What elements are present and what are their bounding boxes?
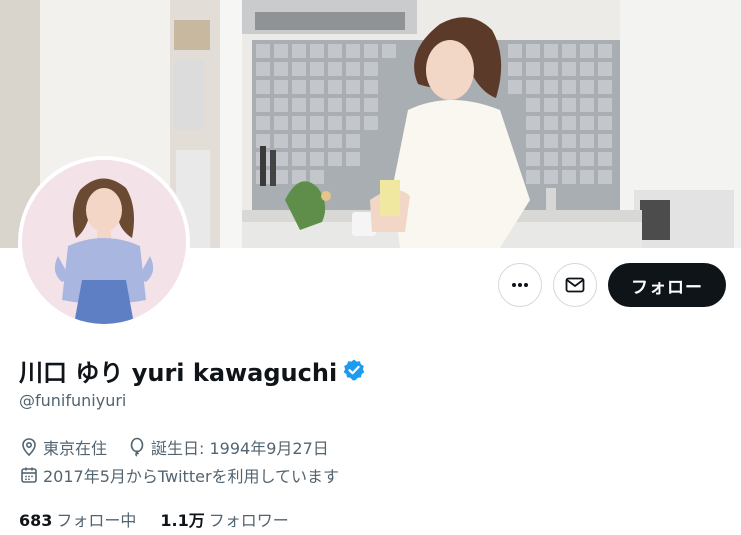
following-link[interactable]: 683 フォロー中 <box>19 507 136 531</box>
balloon-icon <box>130 437 144 457</box>
display-name-row: 川口 ゆり yuri kawaguchi <box>19 353 366 387</box>
display-name: 川口 ゆり yuri kawaguchi <box>19 358 338 387</box>
follow-stats: 683 フォロー中 1.1万 フォロワー <box>19 507 289 531</box>
followers-count: 1.1万 <box>160 511 205 530</box>
more-button[interactable] <box>498 263 542 307</box>
profile-avatar[interactable] <box>18 156 190 328</box>
profile-meta-row: 東京在住 誕生日: 1994年9月27日 <box>19 435 329 459</box>
following-count: 683 <box>19 511 53 530</box>
joined-row: 2017年5月からTwitterを利用しています <box>19 463 339 487</box>
avatar-photo <box>22 160 186 324</box>
message-button[interactable] <box>553 263 597 307</box>
follow-button[interactable]: フォロー <box>608 263 726 307</box>
mail-icon <box>565 277 585 293</box>
calendar-icon <box>21 467 37 483</box>
user-handle: @funifuniyuri <box>19 391 127 410</box>
birthday-text: 誕生日: 1994年9月27日 <box>151 439 329 458</box>
joined-text: 2017年5月からTwitterを利用しています <box>43 467 340 486</box>
following-label: フォロー中 <box>56 511 137 530</box>
location-pin-icon <box>22 438 36 457</box>
location-text: 東京在住 <box>43 439 108 458</box>
followers-label: フォロワー <box>208 511 289 530</box>
more-icon <box>512 283 528 287</box>
verified-badge-icon[interactable] <box>342 358 366 382</box>
followers-link[interactable]: 1.1万 フォロワー <box>160 507 288 531</box>
